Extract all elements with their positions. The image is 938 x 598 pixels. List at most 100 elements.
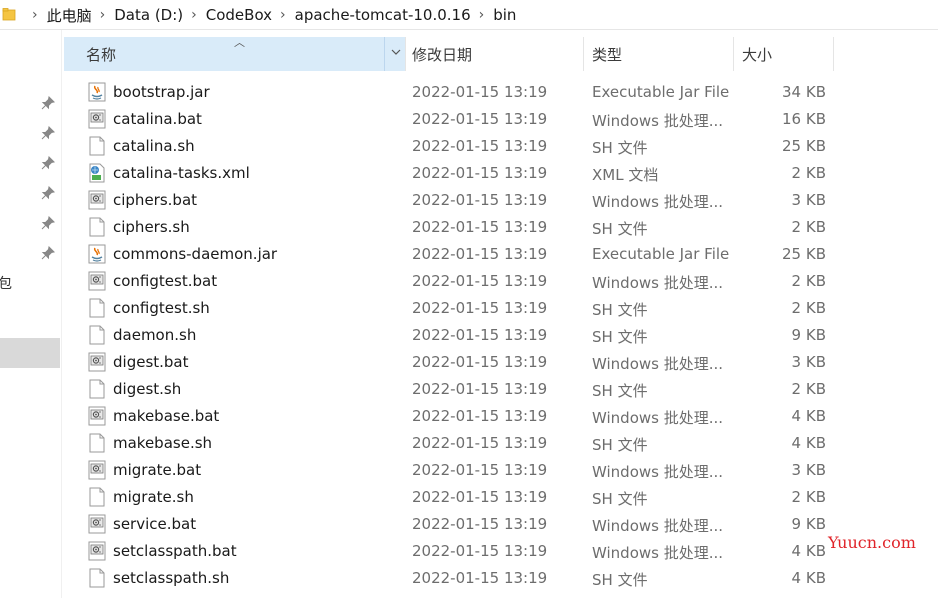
bat-file-icon <box>88 406 106 426</box>
file-row[interactable]: makebase.sh 2022-01-15 13:19 SH 文件 4 KB <box>62 430 938 457</box>
file-name: setclasspath.bat <box>113 542 237 560</box>
file-size: 4 KB <box>791 542 826 560</box>
file-row[interactable]: digest.sh 2022-01-15 13:19 SH 文件 2 KB <box>62 376 938 403</box>
pin-icon[interactable] <box>40 125 56 141</box>
file-type: Windows 批处理... <box>592 355 724 373</box>
breadcrumb-tomcat[interactable]: apache-tomcat-10.0.16 <box>295 6 471 24</box>
pin-icon[interactable] <box>40 95 56 111</box>
file-size: 4 KB <box>791 569 826 587</box>
file-row[interactable]: configtest.sh 2022-01-15 13:19 SH 文件 2 KB <box>62 295 938 322</box>
file-type: Executable Jar File <box>592 245 730 263</box>
file-name: service.bat <box>113 515 197 533</box>
file-name: makebase.sh <box>113 434 213 452</box>
file-type: SH 文件 <box>592 328 648 346</box>
column-header-date[interactable]: 修改日期 <box>406 37 584 71</box>
bat-file-icon <box>88 352 106 372</box>
file-type: SH 文件 <box>592 490 648 508</box>
file-list: bootstrap.jar 2022-01-15 13:19 Executable … <box>62 79 938 592</box>
column-header-size[interactable]: 大小 <box>734 37 834 71</box>
file-row[interactable]: bootstrap.jar 2022-01-15 13:19 Executable … <box>62 79 938 106</box>
jar-file-icon <box>88 82 106 102</box>
sh-file-icon <box>88 433 106 453</box>
file-row[interactable]: setclasspath.sh 2022-01-15 13:19 SH 文件 4 KB <box>62 565 938 592</box>
file-row[interactable]: catalina.bat 2022-01-15 13:19 Windows 批处理.… <box>62 106 938 133</box>
chevron-down-icon[interactable] <box>390 46 402 58</box>
folder-icon <box>2 8 16 21</box>
file-size: 2 KB <box>791 272 826 290</box>
column-header-name[interactable]: 名称 ︿ <box>64 36 406 71</box>
file-name: configtest.sh <box>113 299 210 317</box>
file-size: 3 KB <box>791 353 826 371</box>
pin-icon[interactable] <box>40 245 56 261</box>
navigation-pane[interactable]: 包 <box>0 30 62 598</box>
file-row[interactable]: digest.bat 2022-01-15 13:19 Windows 批处理...… <box>62 349 938 376</box>
file-name: configtest.bat <box>113 272 218 290</box>
address-bar[interactable]: › 此电脑 › Data (D:) › CodeBox › apache-tom… <box>0 0 938 30</box>
file-type: Windows 批处理... <box>592 274 724 292</box>
file-row[interactable]: ciphers.bat 2022-01-15 13:19 Windows 批处理..… <box>62 187 938 214</box>
file-row[interactable]: makebase.bat 2022-01-15 13:19 Windows 批处理.… <box>62 403 938 430</box>
breadcrumb-this-pc[interactable]: 此电脑 <box>47 5 92 26</box>
column-header-size-label: 大小 <box>742 45 773 64</box>
breadcrumb-codebox[interactable]: CodeBox <box>206 6 272 24</box>
file-row[interactable]: configtest.bat 2022-01-15 13:19 Windows 批处… <box>62 268 938 295</box>
file-row[interactable]: catalina-tasks.xml 2022-01-15 13:19 XML 文档… <box>62 160 938 187</box>
breadcrumb: › 此电脑 › Data (D:) › CodeBox › apache-tom… <box>24 0 516 30</box>
file-row[interactable]: migrate.sh 2022-01-15 13:19 SH 文件 2 KB <box>62 484 938 511</box>
file-date: 2022-01-15 13:19 <box>412 461 548 479</box>
nav-item-selected[interactable] <box>0 338 60 368</box>
file-row[interactable]: commons-daemon.jar 2022-01-15 13:19 Execut… <box>62 241 938 268</box>
file-name: setclasspath.sh <box>113 569 230 587</box>
file-type: Windows 批处理... <box>592 517 724 535</box>
breadcrumb-separator-icon: › <box>478 7 485 23</box>
file-date: 2022-01-15 13:19 <box>412 272 548 290</box>
file-name: commons-daemon.jar <box>113 245 278 263</box>
sh-file-icon <box>88 217 106 237</box>
file-date: 2022-01-15 13:19 <box>412 137 548 155</box>
column-header-type[interactable]: 类型 <box>584 37 734 71</box>
column-divider <box>384 37 385 71</box>
file-row[interactable]: catalina.sh 2022-01-15 13:19 SH 文件 25 KB <box>62 133 938 160</box>
file-size: 2 KB <box>791 164 826 182</box>
file-name: digest.sh <box>113 380 182 398</box>
file-date: 2022-01-15 13:19 <box>412 353 548 371</box>
file-date: 2022-01-15 13:19 <box>412 380 548 398</box>
file-size: 2 KB <box>791 380 826 398</box>
file-date: 2022-01-15 13:19 <box>412 299 548 317</box>
file-date: 2022-01-15 13:19 <box>412 542 548 560</box>
bat-file-icon <box>88 109 106 129</box>
pin-icon[interactable] <box>40 185 56 201</box>
file-size: 4 KB <box>791 434 826 452</box>
nav-item-label[interactable]: 包 <box>0 273 12 293</box>
column-header-row: 名称 ︿ 修改日期 类型 大小 <box>62 36 938 71</box>
file-name: bootstrap.jar <box>113 83 210 101</box>
file-name: migrate.bat <box>113 461 202 479</box>
sh-file-icon <box>88 298 106 318</box>
breadcrumb-drive-d[interactable]: Data (D:) <box>114 6 183 24</box>
file-row[interactable]: setclasspath.bat 2022-01-15 13:19 Windows … <box>62 538 938 565</box>
file-name: makebase.bat <box>113 407 220 425</box>
pin-icon[interactable] <box>40 215 56 231</box>
file-date: 2022-01-15 13:19 <box>412 191 548 209</box>
breadcrumb-separator-icon: › <box>32 7 38 23</box>
bat-file-icon <box>88 460 106 480</box>
file-type: XML 文档 <box>592 166 659 184</box>
file-size: 25 KB <box>782 137 826 155</box>
sh-file-icon <box>88 325 106 345</box>
file-row[interactable]: migrate.bat 2022-01-15 13:19 Windows 批处理..… <box>62 457 938 484</box>
file-name: catalina.sh <box>113 137 195 155</box>
file-row[interactable]: ciphers.sh 2022-01-15 13:19 SH 文件 2 KB <box>62 214 938 241</box>
file-type: SH 文件 <box>592 139 648 157</box>
file-row[interactable]: daemon.sh 2022-01-15 13:19 SH 文件 9 KB <box>62 322 938 349</box>
pin-icon[interactable] <box>40 155 56 171</box>
bat-file-icon <box>88 190 106 210</box>
file-name: migrate.sh <box>113 488 194 506</box>
file-row[interactable]: service.bat 2022-01-15 13:19 Windows 批处理..… <box>62 511 938 538</box>
file-type: Windows 批处理... <box>592 463 724 481</box>
file-size: 3 KB <box>791 191 826 209</box>
breadcrumb-bin[interactable]: bin <box>493 6 516 24</box>
file-name: catalina-tasks.xml <box>113 164 250 182</box>
file-size: 9 KB <box>791 515 826 533</box>
file-name: ciphers.sh <box>113 218 190 236</box>
file-date: 2022-01-15 13:19 <box>412 245 548 263</box>
